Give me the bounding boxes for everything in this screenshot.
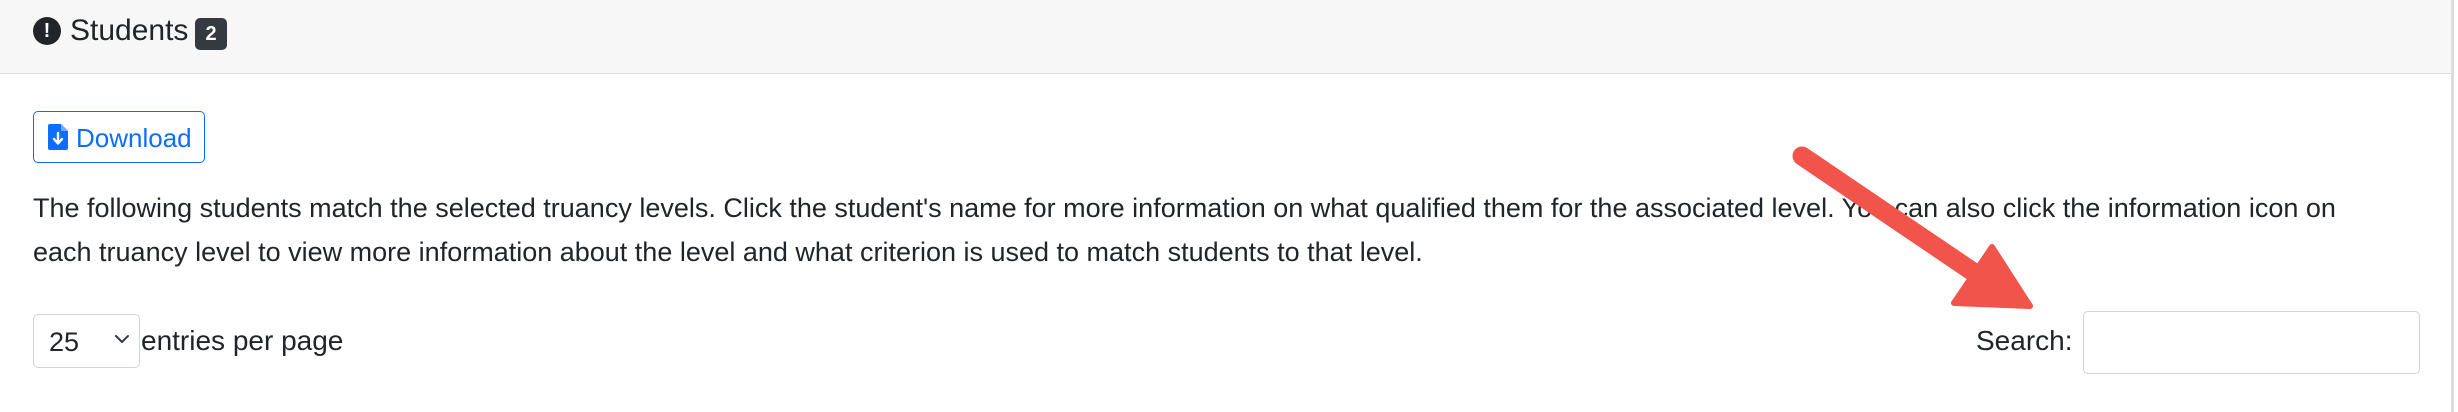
- chevron-down-icon: [115, 335, 129, 343]
- download-button[interactable]: Download: [33, 111, 205, 163]
- count-badge: 2: [195, 18, 227, 50]
- download-button-label: Download: [76, 123, 192, 153]
- entries-per-page-label: entries per page: [141, 325, 344, 356]
- entries-selected-value: 25: [49, 327, 80, 357]
- exclamation-circle-icon: !: [33, 17, 61, 45]
- card-title: Students: [70, 14, 189, 47]
- search-label: Search:: [1976, 325, 2073, 356]
- entries-per-page-select[interactable]: 25: [33, 314, 140, 368]
- students-card: ! Students 2 Download The following stud…: [0, 0, 2454, 412]
- card-header: ! Students 2: [0, 0, 2451, 74]
- page: ! Students 2 Download The following stud…: [0, 0, 2458, 412]
- search-input[interactable]: [2083, 311, 2420, 374]
- description-text: The following students match the selecte…: [33, 193, 2336, 267]
- file-download-icon: [48, 124, 68, 150]
